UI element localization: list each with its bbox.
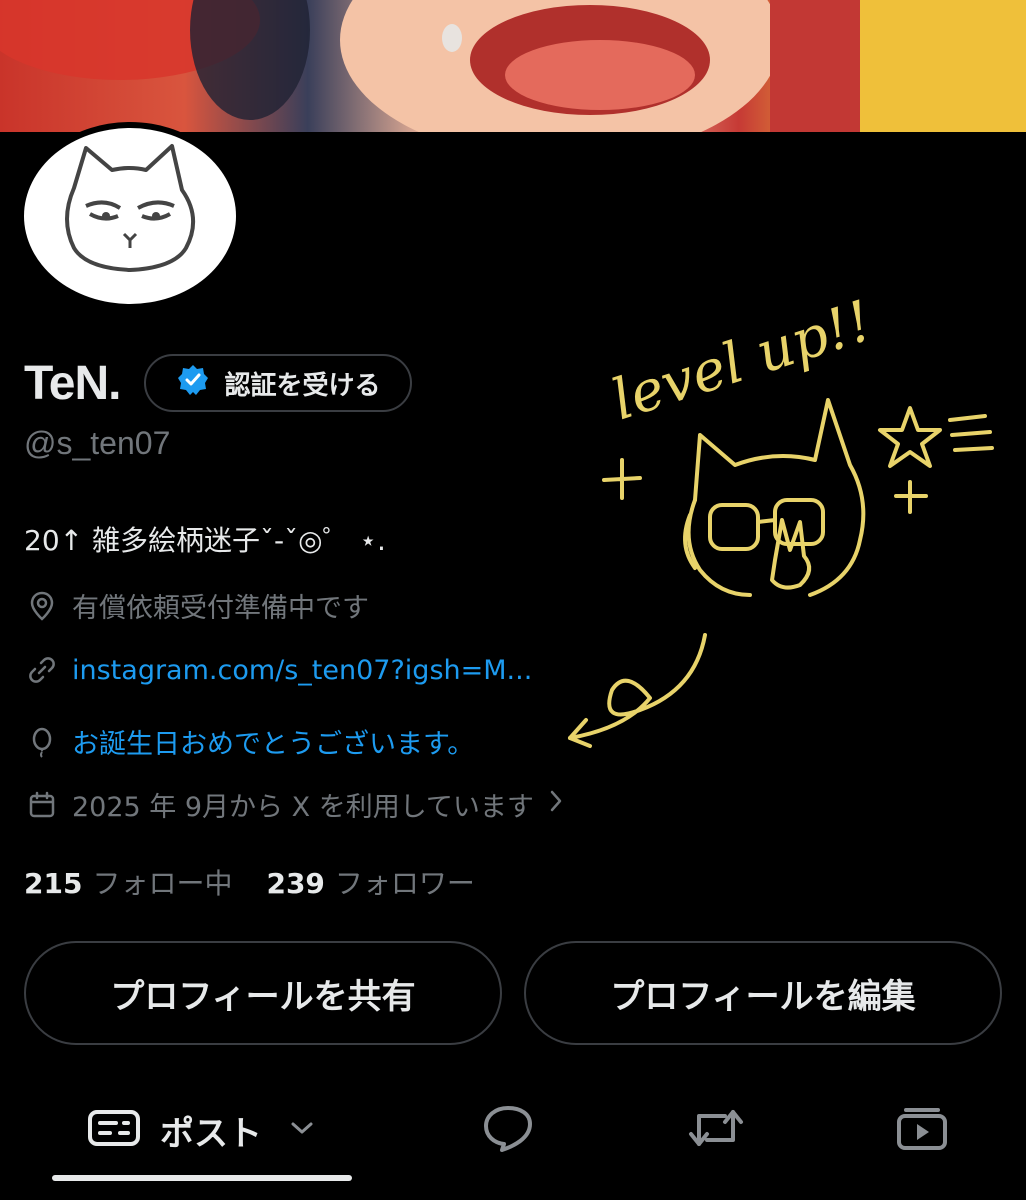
avatar[interactable]: [18, 122, 242, 310]
get-verified-button[interactable]: 認証を受ける: [144, 354, 413, 412]
chevron-down-icon[interactable]: [288, 1118, 316, 1142]
birthday-text[interactable]: お誕生日おめでとうございます。: [72, 722, 474, 761]
following-link[interactable]: 215 フォロー中: [24, 862, 232, 902]
repost-icon: [685, 1102, 747, 1158]
svg-text:level up!!: level up!!: [604, 289, 879, 434]
joined-text: 2025 年 9月から X を利用しています: [72, 792, 534, 823]
tab-media[interactable]: [892, 1080, 952, 1180]
followers-link[interactable]: 239 フォロワー: [266, 862, 474, 902]
balloon-icon: [24, 724, 60, 760]
followers-label: フォロワー: [334, 867, 475, 900]
username-handle: @s_ten07: [24, 425, 171, 461]
tab-posts[interactable]: ポスト: [86, 1080, 316, 1180]
chevron-right-icon: [546, 787, 566, 822]
share-profile-button[interactable]: プロフィールを共有: [24, 941, 502, 1045]
tab-posts-label: ポスト: [160, 1113, 262, 1154]
joined-row[interactable]: 2025 年 9月から X を利用しています: [24, 785, 566, 824]
display-name: TeN.: [24, 356, 121, 410]
doodle-overlay: level up!!: [568, 289, 994, 748]
tab-replies[interactable]: [478, 1080, 538, 1180]
calendar-icon: [24, 787, 60, 823]
tab-reposts[interactable]: [684, 1080, 748, 1180]
posts-icon: [86, 1106, 142, 1154]
edit-profile-button[interactable]: プロフィールを編集: [524, 941, 1002, 1045]
doodle-text: level up!!: [604, 289, 879, 434]
location-pin-icon: [24, 588, 60, 624]
active-tab-indicator: [52, 1175, 352, 1181]
verify-label: 認証を受ける: [224, 370, 381, 401]
verified-badge-icon: [176, 363, 210, 404]
link-icon: [24, 652, 60, 688]
bio-text: 20↑ 雑多絵柄迷子ˇ-ˇ◎゜ ⋆.: [24, 524, 386, 557]
video-icon: [894, 1102, 950, 1158]
location-text: 有償依頼受付準備中です: [72, 593, 369, 624]
website-link[interactable]: instagram.com/s_ten07?igsh=M...: [72, 655, 532, 686]
following-label: フォロー中: [92, 867, 233, 900]
followers-count: 239: [266, 867, 325, 900]
profile-banner[interactable]: [0, 0, 1026, 132]
following-count: 215: [24, 867, 83, 900]
reply-icon: [480, 1102, 536, 1158]
